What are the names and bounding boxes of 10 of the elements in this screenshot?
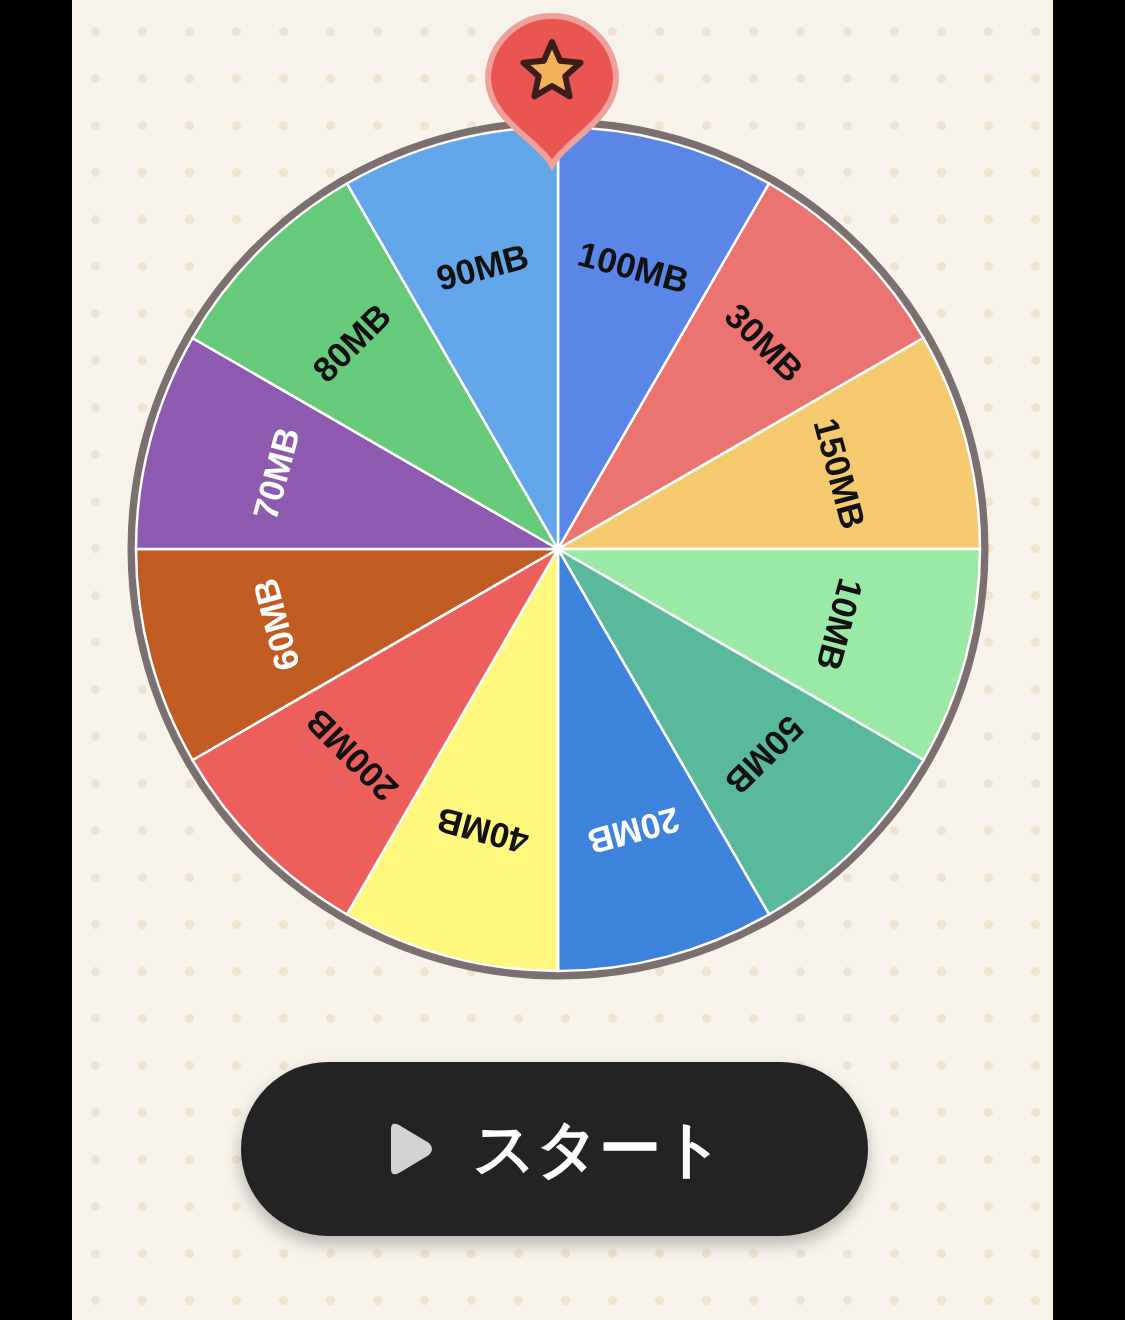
segment-label: 60MB xyxy=(244,574,307,675)
segment-label: 20MB xyxy=(582,800,684,862)
segment-label: 150MB xyxy=(806,413,873,533)
segment-label: 70MB xyxy=(244,423,307,524)
segment-label: 90MB xyxy=(431,236,533,298)
pointer-icon xyxy=(484,13,619,168)
segment-label: 10MB xyxy=(808,574,871,675)
segment-label: 40MB xyxy=(431,800,533,862)
segment-label: 100MB xyxy=(573,233,693,301)
start-button[interactable]: スタート xyxy=(240,1062,868,1236)
